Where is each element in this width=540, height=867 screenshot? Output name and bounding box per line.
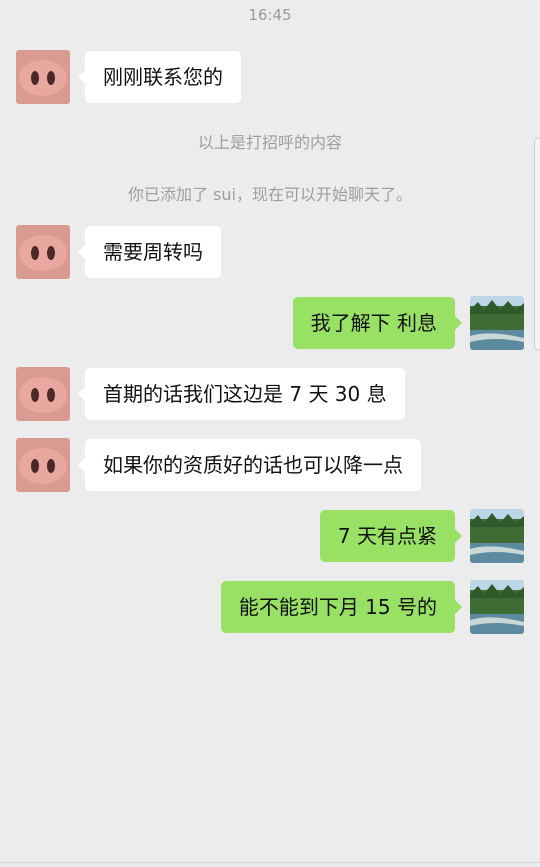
message-timestamp: 16:45 [248,6,292,24]
self-avatar[interactable] [470,580,524,634]
message-bubble-received[interactable]: 需要周转吗 [78,226,221,278]
divider [0,862,540,863]
contact-avatar[interactable] [16,367,70,421]
message-row: 我了解下 利息 [0,296,540,352]
message-bubble-received[interactable]: 刚刚联系您的 [78,51,241,103]
message-row: 刚刚联系您的 [0,50,540,106]
message-bubble-received[interactable]: 首期的话我们这边是 7 天 30 息 [78,368,405,420]
contact-avatar[interactable] [16,438,70,492]
message-row: 7 天有点紧 [0,509,540,565]
contact-avatar[interactable] [16,225,70,279]
message-bubble-sent[interactable]: 能不能到下月 15 号的 [220,581,463,633]
system-message: 你已添加了 sui，现在可以开始聊天了。 [127,185,412,204]
message-row: 需要周转吗 [0,225,540,281]
message-bubble-sent[interactable]: 我了解下 利息 [292,297,463,349]
contact-avatar[interactable] [16,50,70,104]
message-row: 首期的话我们这边是 7 天 30 息 [0,367,540,423]
side-panel-edge[interactable] [534,137,540,351]
self-avatar[interactable] [470,509,524,563]
system-message: 以上是打招呼的内容 [197,133,342,152]
message-row: 如果你的资质好的话也可以降一点 [0,438,540,494]
message-bubble-sent[interactable]: 7 天有点紧 [319,510,463,562]
self-avatar[interactable] [470,296,524,350]
message-bubble-received[interactable]: 如果你的资质好的话也可以降一点 [78,439,421,491]
message-row: 能不能到下月 15 号的 [0,580,540,636]
